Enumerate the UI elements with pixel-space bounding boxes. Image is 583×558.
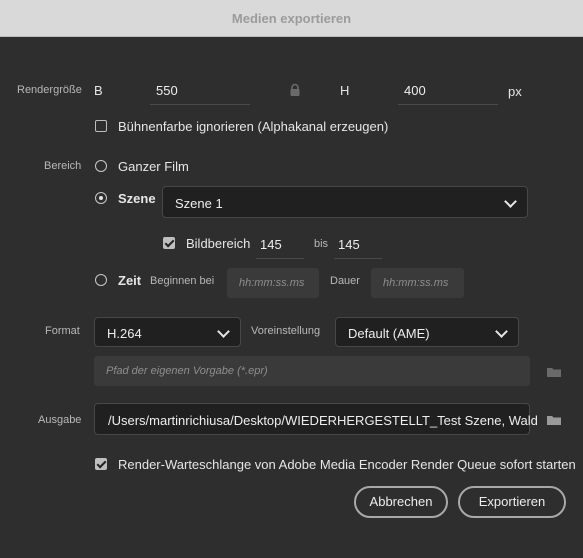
format-value: H.264 (107, 326, 142, 341)
frame-to-label: bis (314, 238, 329, 250)
width-label: B (94, 83, 103, 98)
unit-label: px (508, 84, 522, 99)
custom-preset-input[interactable]: Pfad der eigenen Vorgabe (*.epr) (94, 356, 530, 386)
duration-label: Dauer (330, 275, 360, 287)
height-input[interactable]: 400 (398, 76, 498, 105)
output-path-value: /Users/martinrichiusa/Desktop/WIEDERHERG… (108, 413, 538, 428)
time-label: Zeit (118, 273, 142, 288)
frame-to-value: 145 (338, 237, 360, 252)
frame-range-checkbox[interactable] (163, 237, 175, 249)
scene-select[interactable]: Szene 1 (162, 186, 528, 218)
width-input[interactable]: 550 (150, 76, 250, 105)
height-label: H (340, 83, 350, 98)
begin-input[interactable]: hh:mm:ss.ms (227, 268, 319, 298)
custom-preset-placeholder: Pfad der eigenen Vorgabe (*.epr) (106, 365, 268, 377)
scene-label: Szene (118, 191, 156, 206)
output-path-input[interactable]: /Users/martinrichiusa/Desktop/WIEDERHERG… (94, 403, 538, 435)
whole-movie-radio[interactable] (95, 160, 107, 172)
queue-checkbox[interactable] (95, 458, 107, 470)
folder-icon[interactable] (546, 413, 562, 427)
scene-select-value: Szene 1 (175, 196, 223, 211)
preset-value: Default (AME) (348, 326, 430, 341)
title-bar: Medien exportieren (0, 0, 583, 37)
ignore-stage-color-checkbox[interactable] (95, 120, 107, 132)
chevron-down-icon (504, 195, 517, 208)
width-value: 550 (156, 83, 178, 98)
range-label: Bereich (44, 160, 82, 172)
begin-placeholder: hh:mm:ss.ms (239, 277, 305, 289)
duration-input[interactable]: hh:mm:ss.ms (371, 268, 464, 298)
export-button[interactable]: Exportieren (458, 486, 566, 518)
cancel-button[interactable]: Abbrechen (354, 486, 448, 518)
frame-from-input[interactable]: 145 (256, 230, 304, 259)
folder-icon[interactable] (546, 365, 562, 379)
chevron-down-icon (495, 325, 508, 338)
format-select[interactable]: H.264 (94, 317, 241, 347)
window-title: Medien exportieren (231, 11, 352, 26)
preset-select[interactable]: Default (AME) (335, 317, 519, 347)
render-size-label: Rendergröße (17, 84, 82, 96)
lock-icon[interactable] (288, 83, 302, 97)
time-radio[interactable] (95, 274, 107, 286)
frame-range-label: Bildbereich (186, 236, 251, 251)
scene-radio[interactable] (95, 192, 107, 204)
chevron-down-icon (217, 325, 230, 338)
ignore-stage-color-label: Bühnenfarbe ignorieren (Alphakanal erzeu… (118, 119, 389, 134)
height-value: 400 (404, 83, 426, 98)
duration-placeholder: hh:mm:ss.ms (383, 277, 449, 289)
begin-label: Beginnen bei (150, 275, 215, 287)
output-label: Ausgabe (38, 414, 82, 426)
whole-movie-label: Ganzer Film (118, 159, 189, 174)
frame-to-input[interactable]: 145 (334, 230, 382, 259)
queue-label: Render-Warteschlange von Adobe Media Enc… (118, 457, 576, 472)
frame-from-value: 145 (260, 237, 282, 252)
format-label: Format (45, 325, 80, 337)
preset-label: Voreinstellung (251, 325, 321, 337)
